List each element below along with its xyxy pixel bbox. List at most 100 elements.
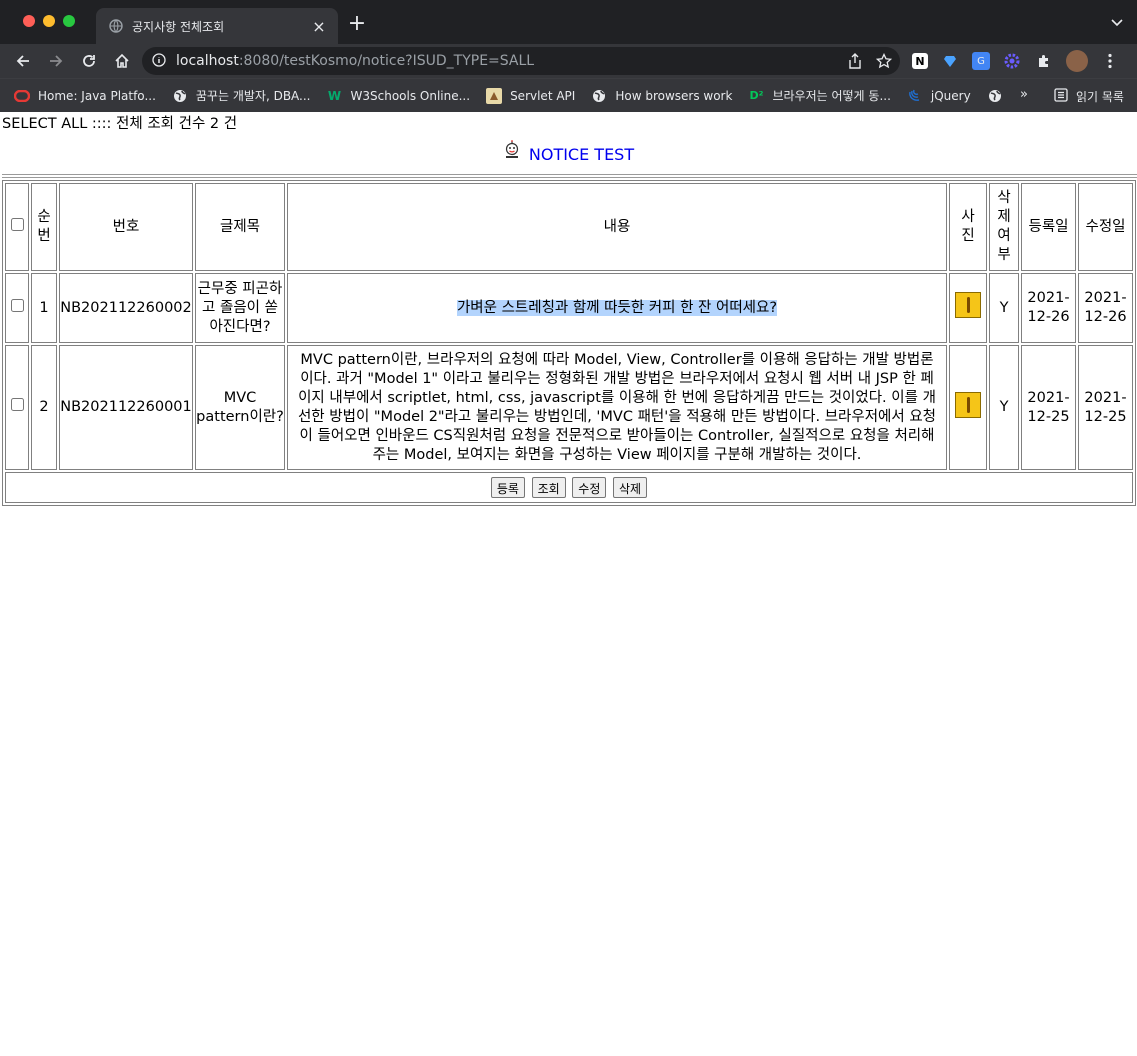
minimize-window-button[interactable] [43,15,55,27]
header-content: 내용 [287,183,947,271]
bookmark-d2[interactable]: D² 브라우저는 어떻게 동... [748,87,890,104]
extensions-area: N G [912,50,1120,72]
close-window-button[interactable] [23,15,35,27]
bookmark-label: W3Schools Online... [350,88,471,103]
globe-icon [987,88,1003,104]
globe-icon [591,88,607,104]
address-bar[interactable]: localhost:8080/testKosmo/notice?ISUD_TYP… [142,47,900,75]
page-title-area: NOTICE TEST [0,140,1137,164]
active-tab[interactable]: 공지사항 전체조회 × [96,8,338,44]
photo-cell [949,273,987,343]
url-path: :8080/testKosmo/notice?ISUD_TYPE=SALL [238,53,535,69]
update-button[interactable]: 수정 [572,476,607,498]
subject-cell: 근무중 피곤하고 졸음이 쏟아진다면? [195,273,285,343]
translate-extension-icon[interactable]: G [972,52,990,70]
site-info-icon[interactable] [152,52,166,71]
photo-thumbnail-icon[interactable] [955,292,981,318]
bookmark-unnamed[interactable] [987,88,1011,104]
home-icon[interactable] [107,46,137,76]
back-arrow-icon[interactable] [8,46,38,76]
button-row: 등록 조회 수정 삭제 [5,472,1133,503]
reading-list-button[interactable]: 읽기 목록 [1054,88,1124,105]
globe-icon [172,88,188,104]
title-divider [2,174,1137,178]
reg-date-cell: 2021-12-26 [1021,273,1076,343]
notice-robot-icon [503,140,521,164]
table-row: 1 NB202112260002 근무중 피곤하고 졸음이 쏟아진다면? 가벼운… [5,273,1133,343]
row-checkbox[interactable] [10,298,24,312]
bookmark-w3schools[interactable]: W W3Schools Online... [327,88,471,104]
header-reg-date: 등록일 [1021,183,1076,271]
insert-button[interactable]: 등록 [490,476,525,498]
bookmark-label: 꿈꾸는 개발자, DBA... [195,89,311,103]
bookmark-how-browsers-work[interactable]: How browsers work [591,88,732,104]
bookmark-star-icon[interactable] [875,52,893,73]
bookmark-label: Home: Java Platfo... [38,88,156,103]
page-title-link[interactable]: NOTICE TEST [503,140,634,164]
header-photo: 사진 [949,183,987,271]
puzzle-extensions-icon[interactable] [1034,51,1054,71]
jquery-icon [907,88,923,104]
globe-icon [108,18,124,34]
url-text[interactable]: localhost:8080/testKosmo/notice?ISUD_TYP… [176,53,534,69]
forward-arrow-icon[interactable] [41,46,71,76]
table-row: 2 NB202112260001 MVC pattern이란? MVC patt… [5,345,1133,470]
reg-date-cell: 2021-12-25 [1021,345,1076,470]
bookmark-jquery[interactable]: jQuery [907,88,971,104]
notice-table: 순번 번호 글제목 내용 사진 삭제여부 등록일 수정일 1 NB2021122… [2,180,1136,506]
maximize-window-button[interactable] [63,15,75,27]
kebab-menu-icon[interactable] [1100,51,1120,71]
header-label: 사진 [961,209,975,244]
tab-title: 공지사항 전체조회 [132,19,225,34]
select-all-checkbox[interactable] [10,217,24,231]
reading-list-icon [1054,88,1068,105]
bookmark-dba[interactable]: 꿈꾸는 개발자, DBA... [172,87,311,104]
deleted-cell: Y [989,345,1019,470]
content-text: 가벼운 스트레칭과 함께 따듯한 커피 한 잔 어떠세요? [456,299,778,316]
seq-cell: 1 [31,273,57,343]
bookmark-label: 브라우저는 어떻게 동... [772,89,891,103]
row-checkbox[interactable] [10,398,24,411]
share-icon[interactable] [848,53,862,73]
mod-date-cell: 2021-12-26 [1078,273,1133,343]
result-count-text: SELECT ALL :::: 전체 조회 건수 2 건 [2,116,238,132]
profile-avatar[interactable] [1066,50,1088,72]
bookmark-label: Servlet API [510,88,576,103]
new-tab-button[interactable]: + [345,12,369,36]
tab-close-icon[interactable]: × [310,17,328,36]
servlet-icon [486,87,503,104]
photo-thumbnail-icon[interactable] [955,391,981,418]
window-controls [23,15,75,27]
header-no: 번호 [59,183,193,271]
header-label: 순번 [37,209,51,244]
browser-toolbar: localhost:8080/testKosmo/notice?ISUD_TYP… [0,44,1137,78]
gem-extension-icon[interactable] [940,51,960,71]
content-cell: MVC pattern이란, 브라우저의 요청에 따라 Model, View,… [287,345,947,470]
oracle-icon [14,88,30,104]
bookmark-label: jQuery [930,88,971,103]
content-cell: 가벼운 스트레칭과 함께 따듯한 커피 한 잔 어떠세요? [287,273,947,343]
button-cell: 등록 조회 수정 삭제 [5,472,1133,503]
tab-strip: 공지사항 전체조회 × + [0,0,1137,44]
reading-list-label: 읽기 목록 [1076,90,1124,104]
page-content: SELECT ALL :::: 전체 조회 건수 2 건 NOTICE TEST… [0,112,1137,1056]
w3schools-icon: W [327,88,342,103]
browser-chrome: 공지사항 전체조회 × + localhost:8080/testKosmo/n… [0,0,1137,112]
subject-cell: MVC pattern이란? [195,345,285,470]
header-seq: 순번 [31,183,57,271]
url-host: localhost [176,53,239,69]
gear-extension-icon[interactable] [1002,51,1022,71]
bookmark-java[interactable]: Home: Java Platfo... [14,88,156,104]
header-mod-date: 수정일 [1078,183,1133,271]
reload-icon[interactable] [74,46,104,76]
mod-date-cell: 2021-12-25 [1078,345,1133,470]
tab-search-chevron-icon[interactable] [1111,16,1123,30]
header-label: 삭제여부 [997,190,1011,263]
notion-extension-icon[interactable]: N [912,53,928,69]
bookmarks-overflow-button[interactable]: » [1020,87,1028,102]
select-button[interactable]: 조회 [531,476,566,498]
header-subject: 글제목 [195,183,285,271]
bookmark-servlet-api[interactable]: Servlet API [486,87,576,104]
delete-button[interactable]: 삭제 [613,476,648,498]
header-deleted: 삭제여부 [989,183,1019,271]
